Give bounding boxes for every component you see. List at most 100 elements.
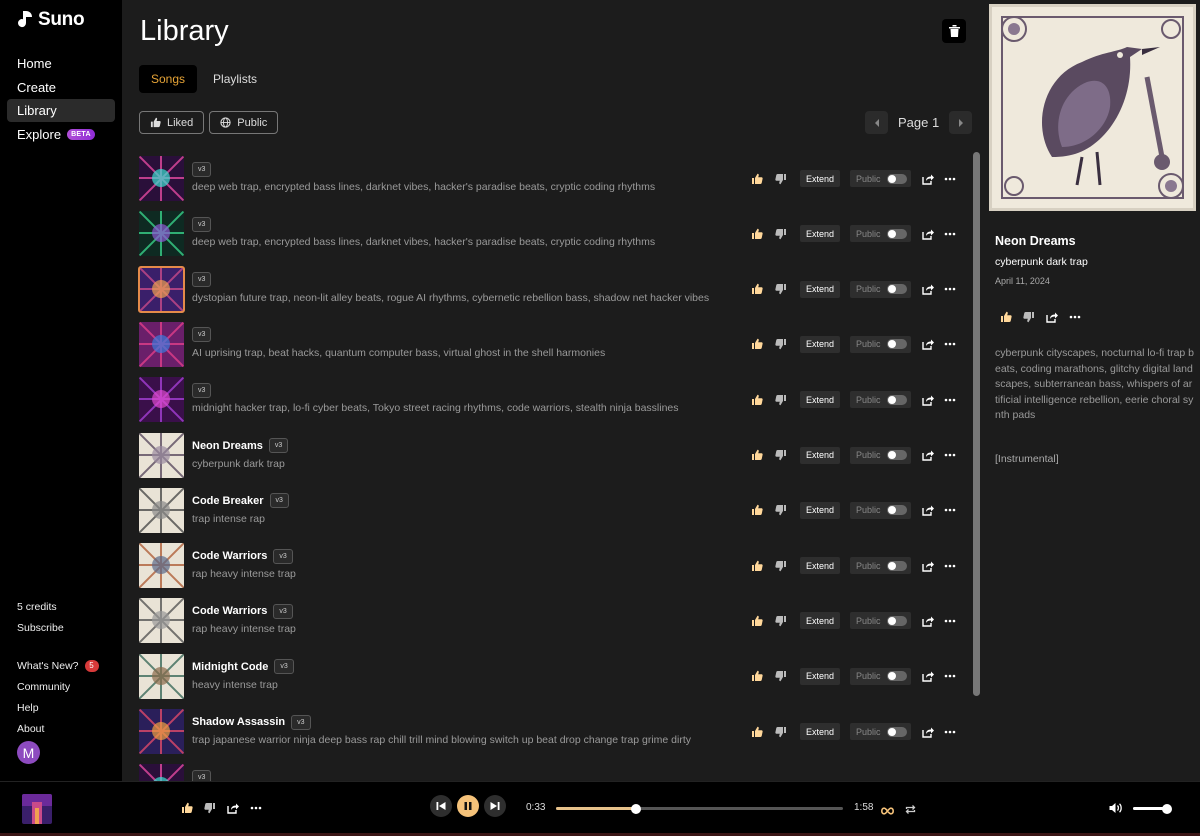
song-list-scrollbar[interactable] [973,152,980,696]
share-button[interactable] [921,172,935,186]
player-cover-thumbnail[interactable] [22,794,52,824]
panel-more-button[interactable] [1068,310,1082,324]
toggle-switch[interactable] [886,394,907,405]
user-avatar[interactable]: M [17,741,40,764]
toggle-switch[interactable] [886,339,907,350]
like-button[interactable] [750,669,764,683]
toggle-switch[interactable] [886,505,907,516]
public-toggle[interactable]: Public [850,446,911,464]
extend-button[interactable]: Extend [800,391,841,409]
like-button[interactable] [750,393,764,407]
volume-button[interactable] [1109,801,1123,819]
song-row[interactable]: Shadow Assassin v3 trap japanese warrior n… [138,705,960,760]
extend-button[interactable]: Extend [800,723,841,740]
extend-button[interactable]: Extend [800,225,841,243]
song-thumbnail[interactable] [139,764,184,781]
share-button[interactable] [921,725,935,739]
toggle-switch[interactable] [886,615,907,626]
song-title[interactable]: Midnight Code [192,661,268,673]
dislike-button[interactable] [774,559,788,573]
share-button[interactable] [921,559,935,573]
public-toggle[interactable]: Public [850,501,911,519]
player-dislike-button[interactable] [203,801,217,815]
song-row[interactable]: Code Warriors v3 rap heavy intense trap Ext… [138,594,960,649]
share-button[interactable] [921,503,935,517]
like-button[interactable] [750,337,764,351]
nav-create[interactable]: Create [7,76,115,99]
share-button[interactable] [921,669,935,683]
like-button[interactable] [750,725,764,739]
dislike-button[interactable] [774,448,788,462]
song-row[interactable]: Midnight Code v3 heavy intense trap Extend P… [138,650,960,705]
toggle-switch[interactable] [886,671,907,682]
public-toggle[interactable]: Public [850,225,911,243]
suno-logo[interactable]: Suno [16,9,85,31]
about-link[interactable]: About [17,718,99,739]
song-thumbnail[interactable] [139,653,184,699]
song-thumbnail[interactable] [139,432,184,478]
song-row[interactable]: v3 deep web trap, encrypted bass lines, d… [138,207,960,262]
public-toggle[interactable]: Public [850,723,911,740]
song-row[interactable]: Neon Dreams v3 cyberpunk dark trap Extend Pu… [138,429,960,484]
song-thumbnail[interactable] [139,598,184,644]
trash-button[interactable] [942,19,966,43]
song-thumbnail[interactable] [139,543,184,589]
share-button[interactable] [921,448,935,462]
like-button[interactable] [750,227,764,241]
next-track-button[interactable] [484,795,506,817]
panel-like-button[interactable] [999,310,1013,324]
more-button[interactable] [943,725,957,739]
song-row[interactable]: v3 dystopian future trap, neon-lit alley … [138,263,960,318]
song-title[interactable]: Shadow Assassin [192,716,285,728]
song-title[interactable]: Neon Dreams [192,440,263,452]
dislike-button[interactable] [774,282,788,296]
like-button[interactable] [750,172,764,186]
public-toggle[interactable]: Public [850,391,911,409]
dislike-button[interactable] [774,172,788,186]
progress-knob[interactable] [631,803,642,814]
share-button[interactable] [921,393,935,407]
next-page-button[interactable] [949,111,973,134]
tab-playlists[interactable]: Playlists [201,65,269,93]
subscribe-link[interactable]: Subscribe [17,617,99,638]
dislike-button[interactable] [774,393,788,407]
like-button[interactable] [750,503,764,517]
share-button[interactable] [921,337,935,351]
like-button[interactable] [750,282,764,296]
nav-home[interactable]: Home [7,52,115,75]
panel-dislike-button[interactable] [1022,310,1036,324]
player-more-button[interactable] [249,801,263,815]
extend-button[interactable]: Extend [800,335,841,353]
dislike-button[interactable] [774,725,788,739]
community-link[interactable]: Community [17,676,99,697]
pause-button[interactable] [457,795,479,817]
toggle-switch[interactable] [886,450,907,460]
extend-button[interactable]: Extend [800,612,841,630]
volume-slider[interactable] [1133,803,1173,814]
toggle-switch[interactable] [886,284,907,295]
dislike-button[interactable] [774,614,788,628]
panel-share-button[interactable] [1045,310,1059,324]
extend-button[interactable]: Extend [800,667,841,685]
public-toggle[interactable]: Public [850,612,911,630]
song-row[interactable]: v3 [138,760,960,781]
whats-new-link[interactable]: What's New? 5 [17,655,99,676]
song-thumbnail[interactable] [139,156,184,201]
song-title[interactable]: Code Breaker [192,495,264,507]
like-button[interactable] [750,448,764,462]
extend-button[interactable]: Extend [800,557,841,575]
like-button[interactable] [750,559,764,573]
song-row[interactable]: v3 deep web trap, encrypted bass lines, d… [138,152,960,207]
public-toggle[interactable]: Public [850,335,911,353]
nav-explore[interactable]: Explore BETA [7,123,115,146]
tab-songs[interactable]: Songs [139,65,198,93]
extend-button[interactable]: Extend [800,501,841,519]
dislike-button[interactable] [774,337,788,351]
song-thumbnail[interactable] [138,265,185,313]
song-row[interactable]: Code Breaker v3 trap intense rap Extend Publ… [138,484,960,539]
more-button[interactable] [943,227,957,241]
public-toggle[interactable]: Public [850,557,911,575]
dislike-button[interactable] [774,227,788,241]
dislike-button[interactable] [774,503,788,517]
volume-knob[interactable] [1162,803,1173,814]
